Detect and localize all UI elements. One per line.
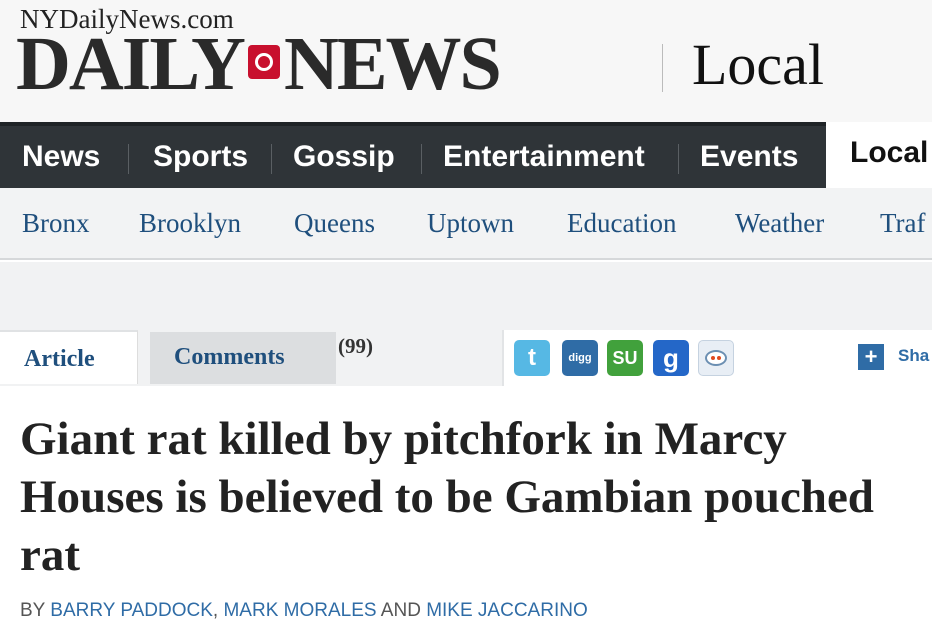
tab-divider — [502, 330, 504, 386]
nav-item-local[interactable]: Local — [826, 122, 932, 188]
comment-count[interactable]: (99) — [338, 334, 373, 359]
stumbleupon-icon[interactable]: SU — [607, 340, 643, 376]
daily-news-logo[interactable]: DAILY NEWS — [16, 22, 502, 106]
article-byline: BY BARRY PADDOCK, MARK MORALES AND MIKE … — [20, 600, 588, 621]
byline-and: AND — [380, 600, 421, 621]
plus-icon[interactable]: + — [858, 344, 884, 370]
nav-item-sports[interactable]: Sports — [153, 140, 248, 174]
subnav-item-education[interactable]: Education — [567, 208, 676, 239]
article-headline: Giant rat killed by pitchfork in Marcy H… — [20, 413, 874, 581]
byline-prefix: BY — [20, 600, 46, 621]
camera-logo-icon — [247, 45, 280, 79]
subnav-item-bronx[interactable]: Bronx — [22, 208, 90, 239]
subnav-item-weather[interactable]: Weather — [735, 208, 824, 239]
subnav-item-queens[interactable]: Queens — [294, 208, 375, 239]
sub-nav: Bronx Brooklyn Queens Uptown Education W… — [0, 188, 932, 260]
digg-icon[interactable]: digg — [562, 340, 598, 376]
tab-article[interactable]: Article — [0, 330, 138, 384]
subnav-item-brooklyn[interactable]: Brooklyn — [139, 208, 241, 239]
byline-comma: , — [212, 600, 219, 621]
nav-separator — [271, 144, 272, 174]
reddit-icon[interactable] — [698, 340, 734, 376]
stumbleupon-glyph: SU — [612, 347, 638, 368]
nav-item-events[interactable]: Events — [700, 140, 798, 174]
nav-separator — [128, 144, 129, 174]
subnav-item-uptown[interactable]: Uptown — [427, 208, 514, 239]
ad-spacer — [0, 262, 932, 330]
google-glyph: g — [663, 342, 679, 373]
main-nav: News Sports Gossip Entertainment Events … — [0, 122, 932, 188]
author-link-mike-jaccarino[interactable]: MIKE JACCARINO — [426, 600, 588, 621]
nav-item-entertainment[interactable]: Entertainment — [443, 140, 645, 174]
tab-comments[interactable]: Comments — [150, 332, 336, 384]
subnav-item-traffic[interactable]: Traf — [880, 208, 926, 239]
twitter-glyph: t — [528, 344, 536, 371]
masthead: NYDailyNews.com DAILY NEWS Local — [0, 0, 932, 122]
google-icon[interactable]: g — [653, 340, 689, 376]
nav-separator — [421, 144, 422, 174]
masthead-divider — [662, 44, 663, 92]
digg-glyph: digg — [568, 352, 592, 364]
share-link[interactable]: Sha — [898, 346, 929, 366]
nav-separator — [678, 144, 679, 174]
logo-text-daily: DAILY — [16, 22, 246, 106]
nav-item-news[interactable]: News — [22, 140, 100, 174]
section-title: Local — [692, 32, 825, 97]
logo-text-news: NEWS — [283, 22, 502, 106]
article-tab-bar: Article Comments (99) t digg SU g + Sha — [0, 330, 932, 386]
author-link-mark-morales[interactable]: MARK MORALES — [223, 600, 376, 621]
reddit-alien-face — [705, 350, 727, 366]
author-link-barry-paddock[interactable]: BARRY PADDOCK — [50, 600, 213, 621]
twitter-icon[interactable]: t — [514, 340, 550, 376]
nav-item-gossip[interactable]: Gossip — [293, 140, 395, 174]
